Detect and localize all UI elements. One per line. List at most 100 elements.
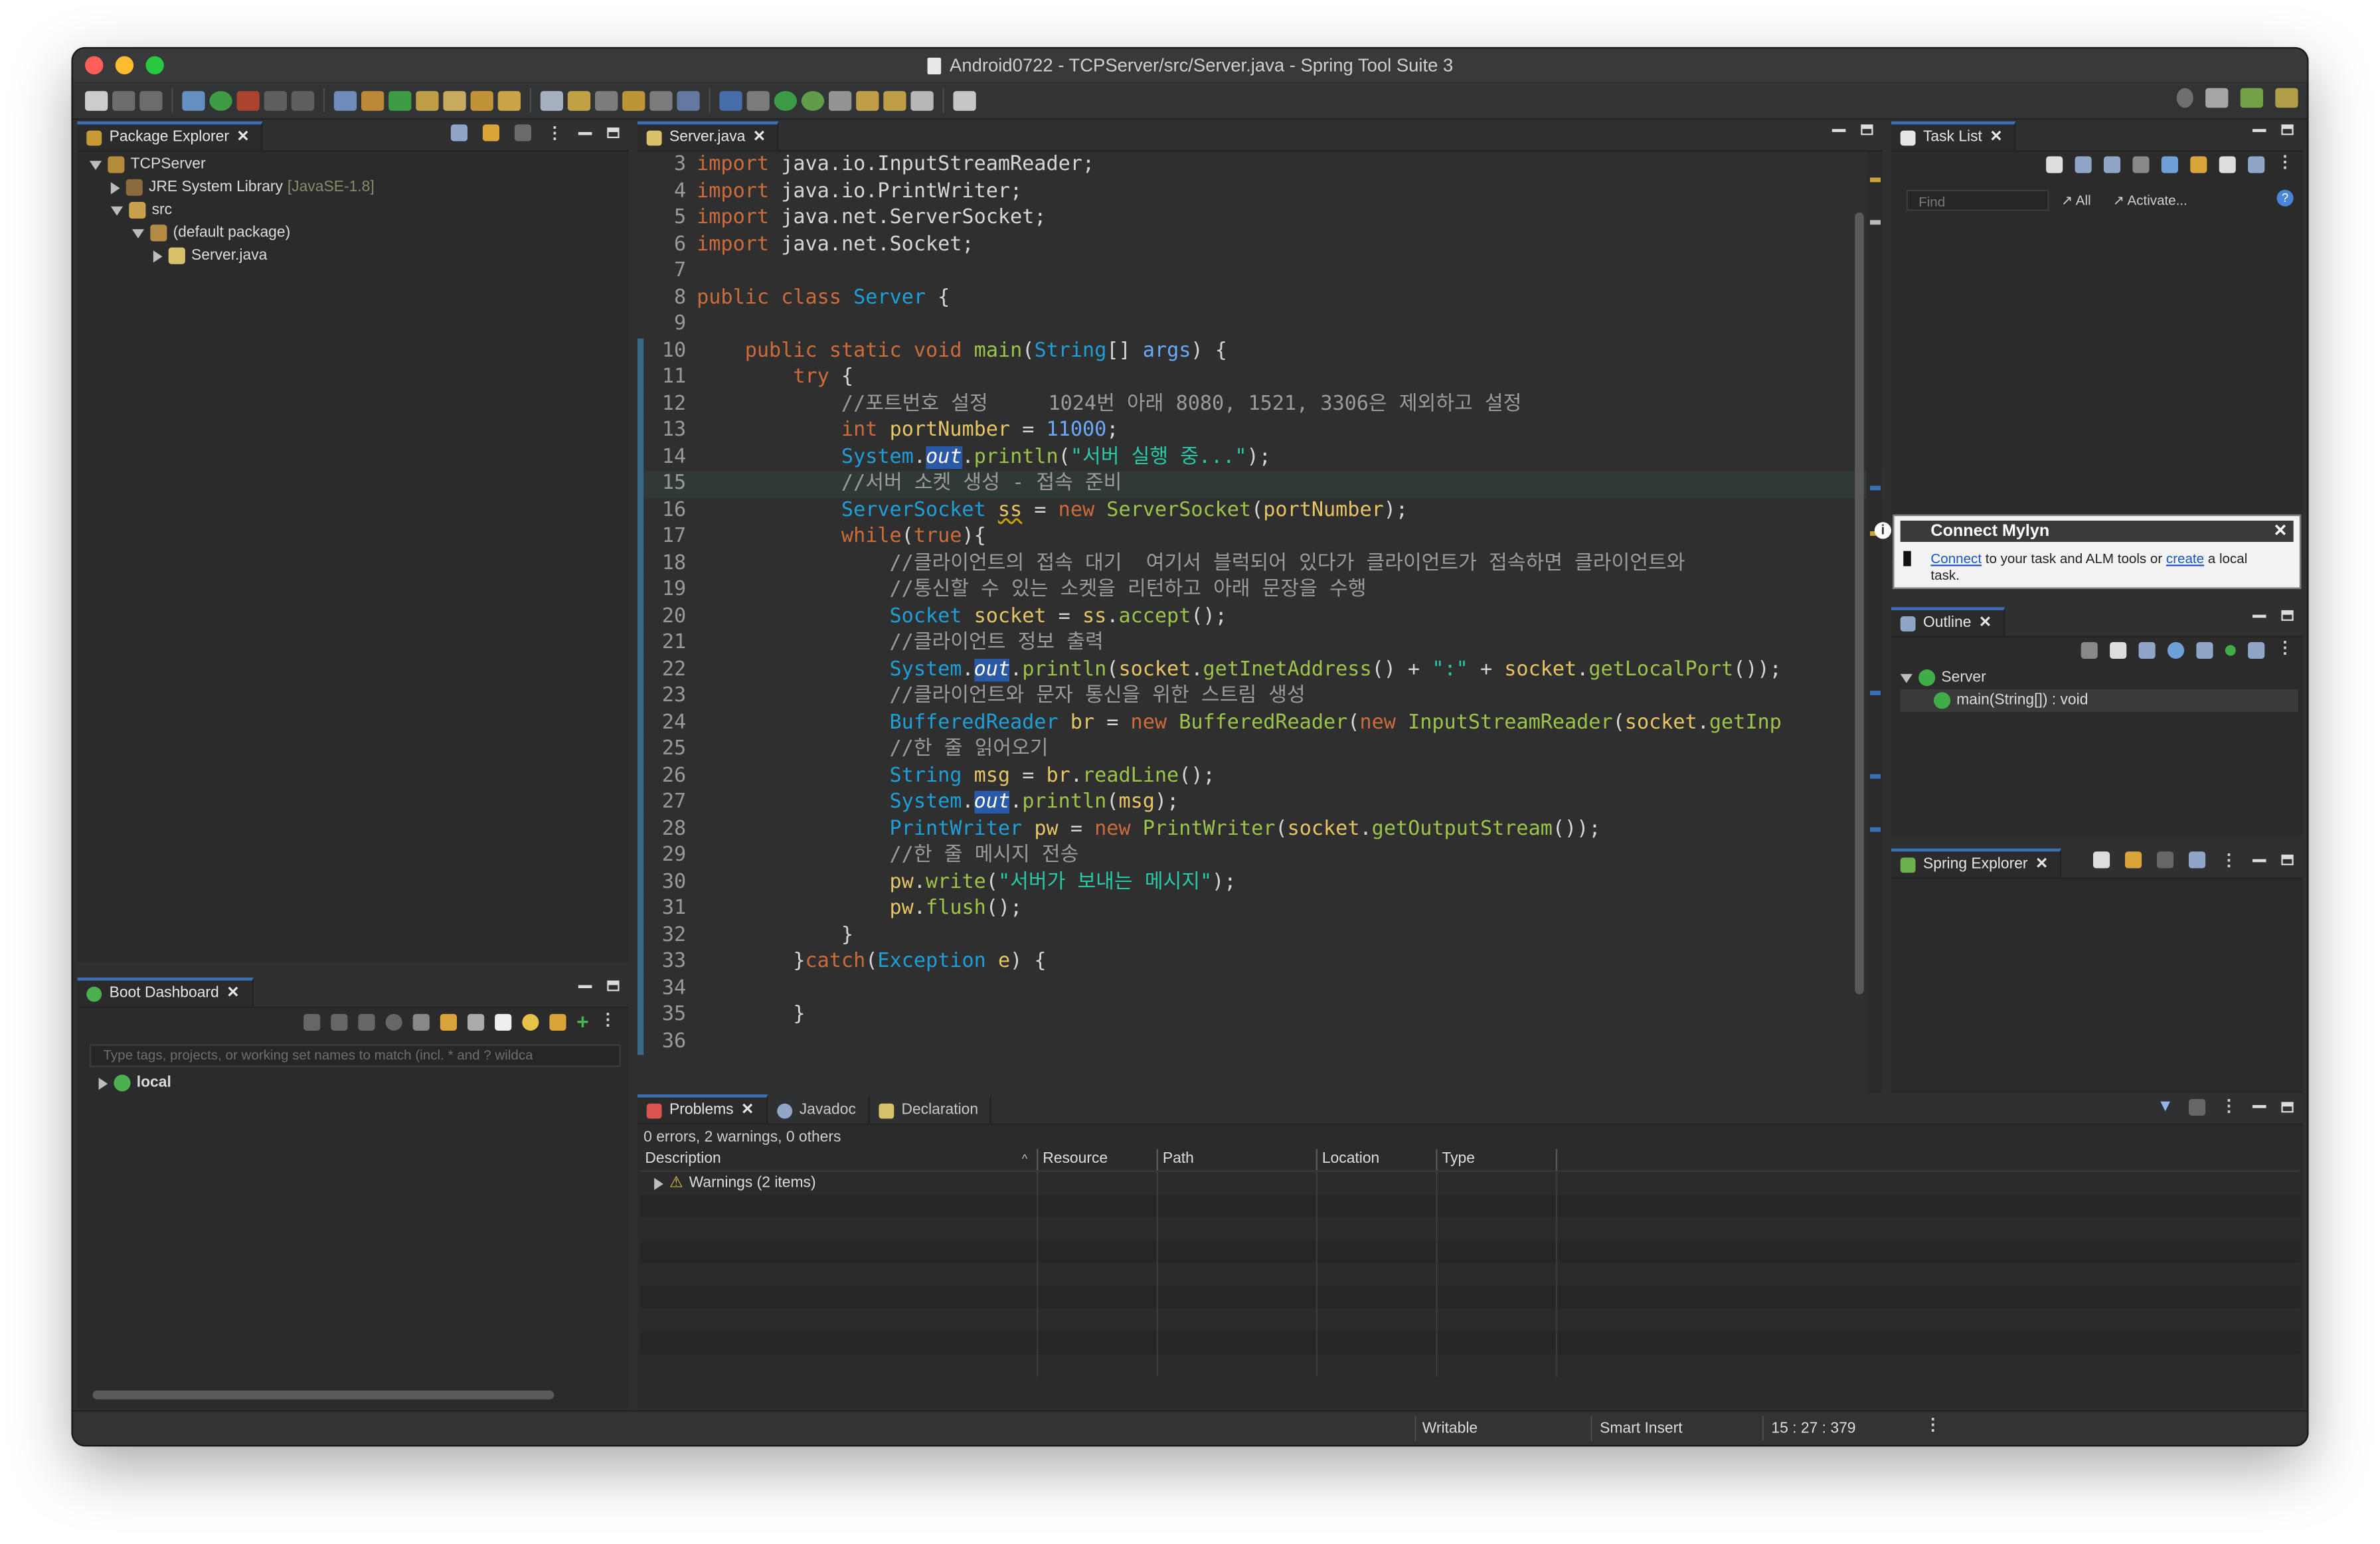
status-menu-icon[interactable]: ⋮ [1924,1417,1941,1434]
toggle-breadcrumb-icon[interactable] [540,90,563,110]
push-icon[interactable] [549,1013,566,1031]
external-tools-icon[interactable] [236,90,260,110]
search-icon[interactable] [746,90,770,110]
search-folder-icon[interactable] [497,90,521,110]
tab-spring-explorer[interactable]: Spring Explorer ✕ [1891,848,2062,878]
connect-link[interactable]: Connect [1930,551,1982,566]
boot-filter-input[interactable]: Type tags, projects, or working set name… [89,1044,621,1067]
open-type-icon[interactable] [416,90,439,110]
tree-item[interactable]: (default package) [84,222,375,244]
minimize-icon[interactable] [2252,614,2266,618]
tree-item[interactable]: local [98,1072,171,1094]
tab-boot-dashboard[interactable]: Boot Dashboard ✕ [77,977,253,1007]
tab-task-list[interactable]: Task List ✕ [1891,121,2017,151]
code-editor[interactable]: 3 import java.io.InputStreamReader; 4 impo… [637,151,1883,1133]
column-header[interactable]: Path [1158,1149,1318,1171]
new-task-icon[interactable] [2046,156,2063,173]
word-wrap-icon[interactable] [649,90,673,110]
tree-item[interactable]: TCPServer [84,153,375,176]
tree-item[interactable]: JRE System Library [JavaSE-1.8] [84,176,375,199]
link-editor-icon[interactable] [482,124,499,141]
tab-package-explorer[interactable]: Package Explorer ✕ [77,121,264,151]
annotation-nav-icon[interactable] [828,90,852,110]
run-icon[interactable] [209,90,232,110]
focus-icon[interactable] [2156,851,2174,869]
view-menu-icon[interactable]: ⋮ [2277,154,2294,173]
close-icon[interactable]: ✕ [1990,129,2002,145]
close-icon[interactable]: ✕ [753,129,766,145]
table-row[interactable]: ⚠ Warnings (2 items) [641,1171,2300,1195]
start-icon[interactable] [303,1013,320,1031]
collapse-all-icon[interactable] [2110,642,2127,659]
open-task-icon[interactable] [443,90,466,110]
minimize-icon[interactable] [1831,128,1846,131]
forward-icon[interactable] [910,90,934,110]
window-icon[interactable] [494,1013,511,1031]
view-menu-icon[interactable]: ⋮ [547,124,563,141]
spring-icon[interactable] [801,90,825,110]
collapse-all-icon[interactable] [450,124,468,141]
edit-icon[interactable] [467,1013,484,1031]
save-all-icon[interactable] [139,90,163,110]
show-only-icon[interactable] [2248,156,2265,173]
pin-editor-icon[interactable] [953,90,976,110]
debug-icon[interactable] [330,1013,347,1031]
new-package-icon[interactable] [361,90,384,110]
boot-run-icon[interactable] [774,90,797,110]
tab-server-java[interactable]: Server.java ✕ [637,121,780,151]
tab-problems[interactable]: Problems ✕ [637,1094,768,1124]
tree-item[interactable]: src [84,199,375,221]
refresh-icon[interactable] [440,1013,457,1031]
lightbulb-icon[interactable] [521,1013,539,1031]
activate-task[interactable]: ↗ Activate... [2113,193,2187,209]
add-icon[interactable]: + [576,1011,589,1032]
minimize-icon[interactable] [578,131,592,135]
maximize-icon[interactable] [607,980,620,991]
tab-declaration[interactable]: Declaration [869,1094,992,1124]
close-icon[interactable]: ✕ [1979,615,1992,632]
new-class-icon[interactable] [388,90,412,110]
close-icon[interactable]: ✕ [2273,521,2287,542]
quick-access-search-icon[interactable] [2176,88,2193,108]
focus-icon[interactable] [2188,1098,2206,1115]
minimize-icon[interactable] [2252,1104,2266,1108]
insert-mode-status[interactable]: Smart Insert [1600,1420,1682,1437]
open-folder-icon[interactable] [470,90,493,110]
tab-javadoc[interactable]: Javadoc [768,1094,870,1124]
focus-icon[interactable] [2132,156,2150,173]
focus-icon[interactable] [514,124,531,141]
column-header[interactable]: Location [1318,1149,1438,1171]
create-link[interactable]: create [2166,551,2204,566]
task-find-input[interactable]: Find [1906,189,2049,211]
save-icon[interactable] [112,90,135,110]
presentation-icon[interactable] [2219,156,2236,173]
maximize-icon[interactable] [2281,124,2294,135]
spring-perspective-icon[interactable] [2240,88,2263,108]
minimize-icon[interactable] [2252,128,2266,131]
browser-icon[interactable] [385,1013,402,1031]
prev-annotation-icon[interactable] [856,90,879,110]
maximize-icon[interactable] [2281,854,2294,865]
vertical-scrollbar[interactable] [1855,212,1864,995]
terminal-icon[interactable] [719,90,742,110]
hide-nonpublic-icon[interactable] [2225,645,2236,656]
filter-icon[interactable]: ▼ [2157,1098,2173,1116]
hide-fields-icon[interactable] [2167,642,2185,659]
sync-icon[interactable] [2190,156,2207,173]
outline-item[interactable]: main(String[]) : void [1900,689,2298,712]
tab-outline[interactable]: Outline ✕ [1891,607,2005,636]
close-icon[interactable]: ✕ [2035,856,2048,873]
help-icon[interactable]: ? [2276,189,2294,207]
maximize-icon[interactable] [607,127,620,138]
maximize-icon[interactable] [2281,610,2294,621]
column-header[interactable]: Description ^ [641,1149,1039,1171]
tree-item[interactable]: Server.java [84,244,375,267]
mark-occurrences-icon[interactable] [567,90,591,110]
view-menu-icon[interactable]: ⋮ [2221,851,2237,868]
minimize-icon[interactable] [578,984,592,987]
show-whitespace-icon[interactable] [622,90,645,110]
categorized-icon[interactable] [2075,156,2092,173]
debug-config-icon[interactable] [182,90,205,110]
view-menu-icon[interactable]: ⋮ [2221,1098,2237,1115]
back-icon[interactable] [883,90,906,110]
